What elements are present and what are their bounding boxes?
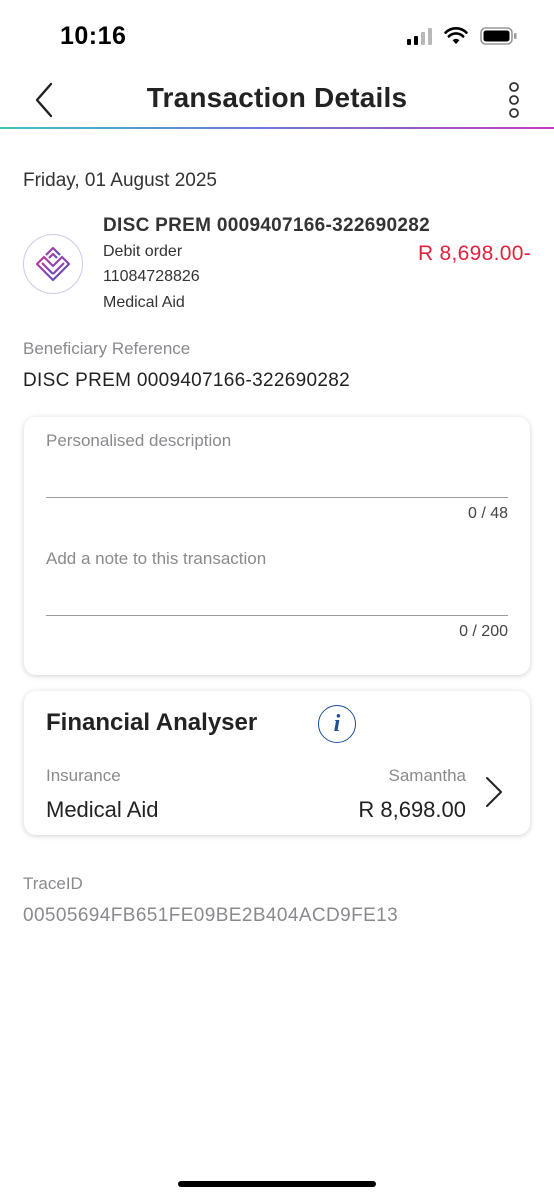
nav-divider: [0, 127, 554, 129]
beneficiary-reference-value: DISC PREM 0009407166-322690282: [23, 370, 350, 391]
transaction-name: DISC PREM 0009407166-322690282: [103, 215, 430, 236]
financial-analyser-title: Financial Analyser: [46, 709, 258, 736]
status-icons: [407, 26, 518, 46]
home-indicator[interactable]: [178, 1181, 376, 1187]
transaction-note-input[interactable]: Add a note to this transaction: [46, 549, 266, 569]
beneficiary-reference-label: Beneficiary Reference: [23, 339, 191, 358]
financial-analyser-card[interactable]: Financial Analyser i Insurance Medical A…: [24, 691, 530, 835]
status-bar: 10:16: [0, 0, 554, 72]
note-counter: 0 / 200: [459, 623, 508, 640]
merchant-logo: [23, 234, 83, 294]
description-counter: 0 / 48: [467, 505, 508, 522]
transaction-type: Debit order: [103, 243, 183, 260]
description-underline: [46, 497, 508, 498]
transaction-category: Medical Aid: [103, 294, 185, 311]
transaction-amount: R 8,698.00-: [417, 242, 531, 265]
trace-id-value: 00505694FB651FE09BE2B404ACD9FE13: [23, 905, 399, 926]
wifi-icon: [444, 27, 468, 44]
analyser-category-value: Medical Aid: [46, 797, 159, 822]
analyser-category-label: Insurance: [46, 766, 121, 785]
transaction-account: 11084728826: [103, 268, 200, 285]
battery-icon: [480, 27, 517, 45]
personalised-description-input[interactable]: Personalised description: [46, 431, 231, 451]
nav-bar: Transaction Details: [0, 72, 554, 128]
discovery-diamond-logo: [35, 246, 71, 282]
more-vertical-icon: [509, 82, 519, 118]
trace-id-label: TraceID: [23, 874, 83, 893]
status-time: 10:16: [60, 22, 127, 50]
notes-card: Personalised description 0 / 48 Add a no…: [24, 417, 530, 675]
transaction-date: Friday, 01 August 2025: [23, 170, 217, 191]
analyser-amount: R 8,698.00: [358, 797, 466, 822]
page-title: Transaction Details: [146, 82, 408, 113]
note-underline: [46, 615, 508, 616]
more-options-button[interactable]: [502, 80, 526, 120]
info-icon[interactable]: i: [318, 705, 356, 743]
cellular-signal-icon: [407, 27, 432, 45]
analyser-owner: Samantha: [388, 766, 467, 785]
chevron-right-icon[interactable]: [482, 775, 506, 809]
